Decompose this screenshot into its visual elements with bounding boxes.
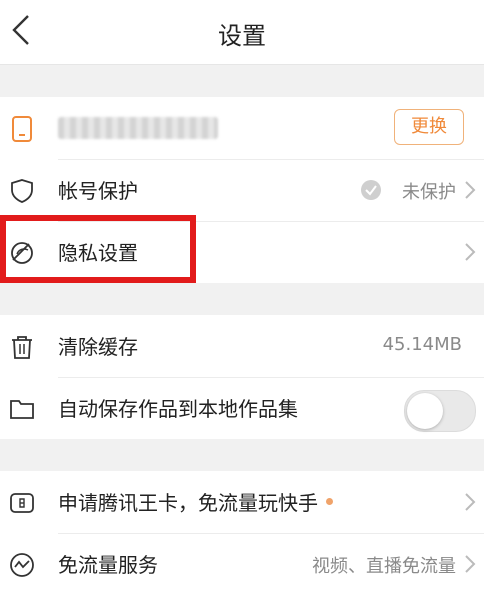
autosave-label: 自动保存作品到本地作品集	[58, 397, 298, 421]
sim-card-icon	[10, 493, 34, 513]
trash-icon	[12, 336, 32, 359]
new-dot-badge	[326, 498, 333, 505]
privacy-settings-row[interactable]: 隐私设置	[0, 221, 484, 283]
page-title: 设置	[218, 22, 266, 50]
folder-icon	[10, 400, 34, 419]
change-phone-button[interactable]: 更换	[394, 109, 464, 145]
free-data-value: 视频、直播免流量	[312, 556, 456, 577]
divider	[58, 533, 484, 534]
navigation-bar: 设置	[0, 0, 484, 65]
account-protect-label: 帐号保护	[58, 179, 138, 203]
divider	[58, 159, 484, 160]
privacy-settings-label: 隐私设置	[58, 241, 138, 265]
phone-row: 更换	[0, 97, 484, 159]
shield-icon	[11, 179, 33, 203]
chevron-right-icon	[465, 243, 476, 261]
account-section: 更换 帐号保护 未保护 隐私设置	[0, 97, 484, 283]
chevron-right-icon	[465, 555, 476, 573]
autosave-toggle[interactable]	[404, 390, 476, 432]
phone-icon	[12, 116, 32, 142]
wangka-text: 申请腾讯王卡，免流量玩快手	[58, 491, 318, 515]
chevron-right-icon	[465, 181, 476, 199]
divider	[58, 221, 484, 222]
cache-size: 45.14MB	[382, 334, 462, 355]
clear-cache-label: 清除缓存	[58, 335, 138, 359]
account-protect-row[interactable]: 帐号保护 未保护	[0, 159, 484, 221]
clear-cache-row[interactable]: 清除缓存 45.14MB	[0, 315, 484, 377]
check-circle-icon	[361, 180, 381, 200]
section-gap	[0, 283, 484, 315]
section-gap	[0, 65, 484, 97]
privacy-icon	[11, 242, 33, 264]
free-data-row[interactable]: 免流量服务 视频、直播免流量	[0, 533, 484, 595]
toggle-knob	[407, 393, 443, 429]
divider	[58, 377, 484, 378]
storage-section: 清除缓存 45.14MB 自动保存作品到本地作品集	[0, 315, 484, 439]
autosave-row: 自动保存作品到本地作品集	[0, 377, 484, 439]
wangka-row[interactable]: 申请腾讯王卡，免流量玩快手	[0, 471, 484, 533]
extras-section: 申请腾讯王卡，免流量玩快手 免流量服务 视频、直播免流量	[0, 471, 484, 595]
masked-phone-number	[58, 117, 218, 139]
speed-wave-icon	[10, 553, 34, 577]
account-protect-status: 未保护	[402, 182, 456, 203]
chevron-right-icon	[465, 493, 476, 511]
section-gap	[0, 439, 484, 471]
wangka-label: 申请腾讯王卡，免流量玩快手	[58, 487, 333, 516]
free-data-label: 免流量服务	[58, 553, 158, 577]
